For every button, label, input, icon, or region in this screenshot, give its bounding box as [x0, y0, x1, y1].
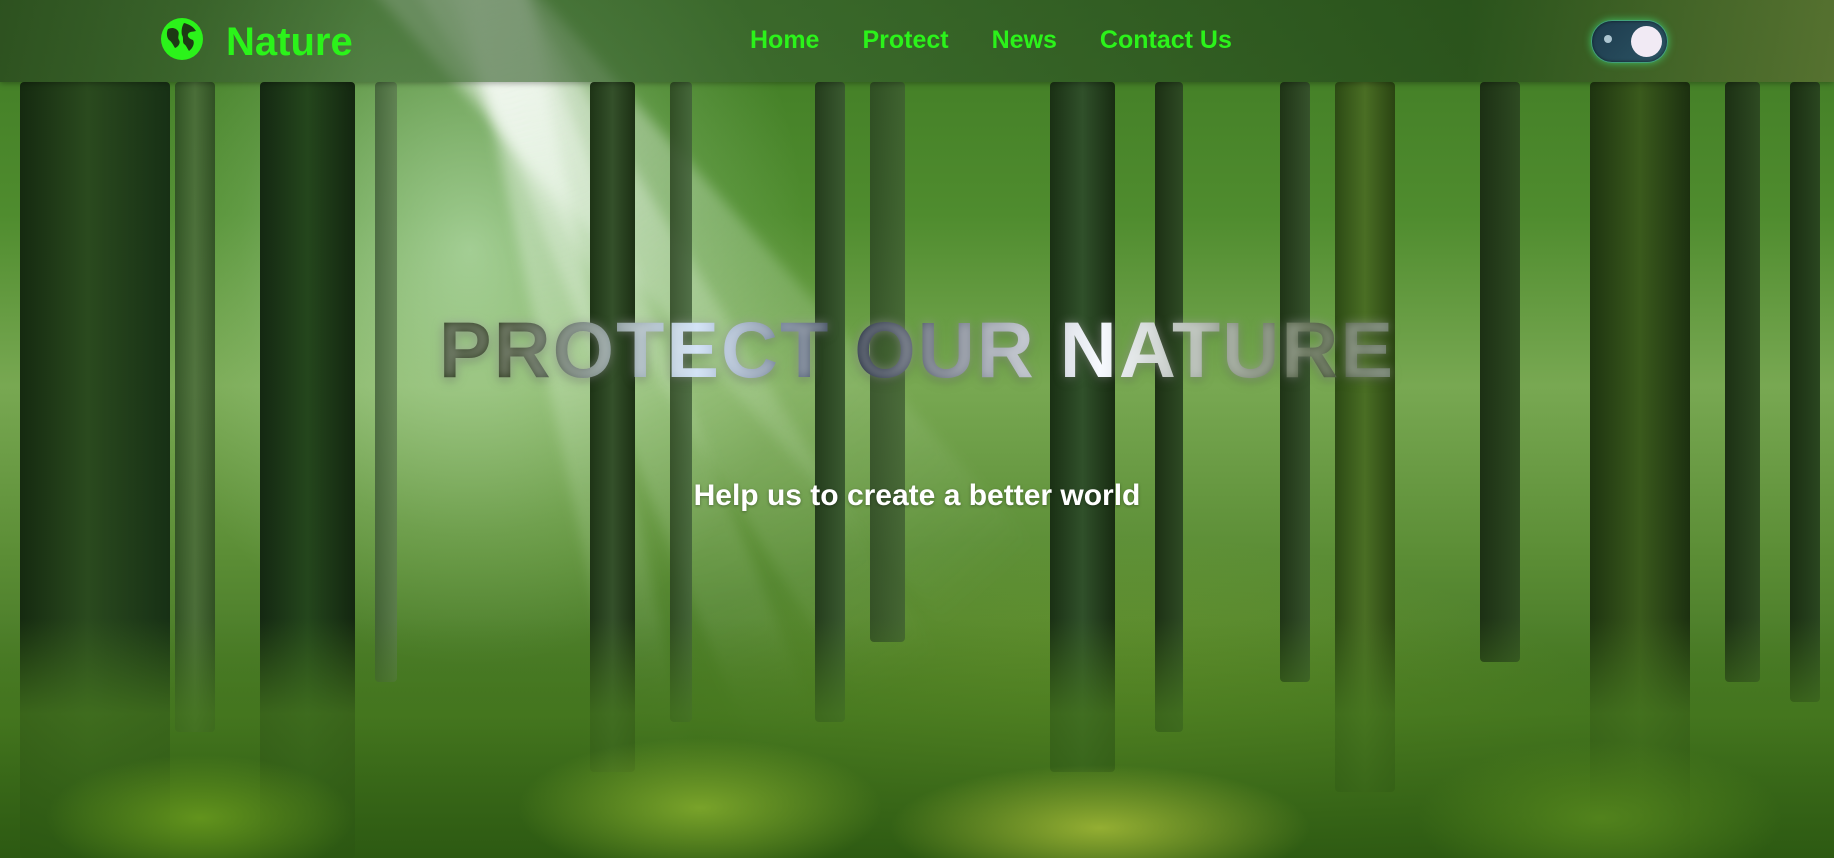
globe-icon [160, 17, 204, 66]
brand-name: Nature [226, 19, 353, 64]
nav-link-contact-us[interactable]: Contact Us [1100, 24, 1232, 56]
brand-logo-link[interactable]: Nature [160, 17, 353, 66]
hero-title: PROTECT OUR NATURE [0, 302, 1834, 398]
forest-undergrowth [0, 618, 1834, 858]
nav-links: Home Protect News Contact Us [750, 24, 1232, 56]
nav-link-home[interactable]: Home [750, 24, 819, 56]
top-navbar: Nature Home Protect News Contact Us [0, 0, 1834, 82]
moon-toggle-icon [1604, 35, 1612, 43]
nav-link-news[interactable]: News [992, 24, 1057, 56]
nav-link-protect[interactable]: Protect [862, 24, 948, 56]
hero-subtitle: Help us to create a better world [693, 479, 1141, 512]
toggle-knob [1631, 26, 1662, 57]
hero-background [0, 0, 1834, 858]
theme-toggle[interactable] [1591, 20, 1668, 63]
